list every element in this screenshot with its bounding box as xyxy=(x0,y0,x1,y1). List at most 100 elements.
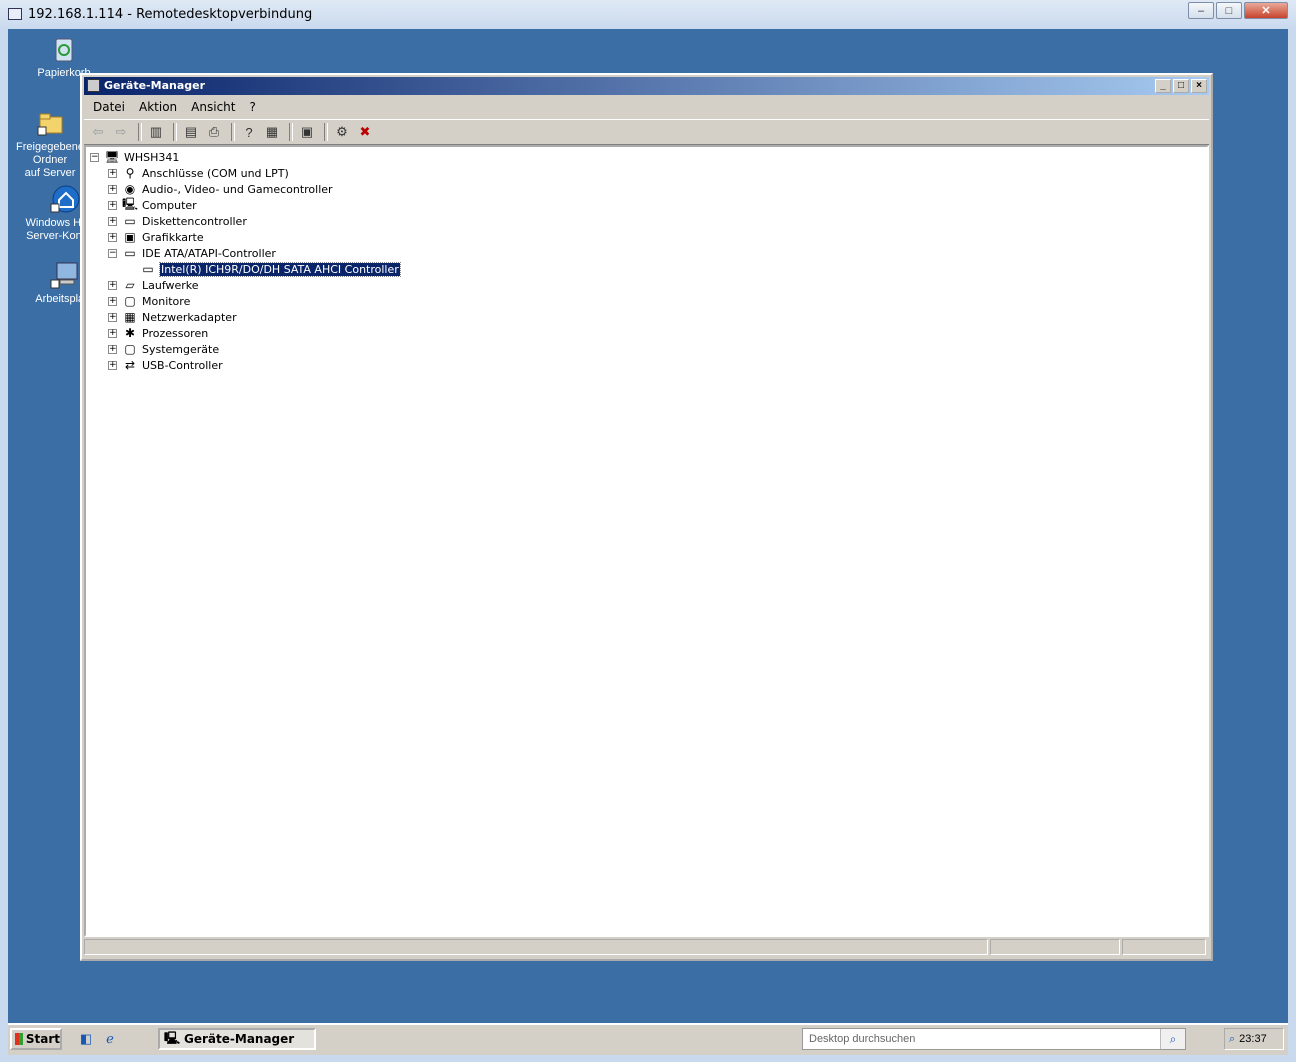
window-maximize-button[interactable]: □ xyxy=(1173,79,1189,93)
disk-drive-icon: ▱ xyxy=(125,278,135,292)
help-icon[interactable]: ? xyxy=(239,123,259,141)
search-tray-icon[interactable]: ⌕ xyxy=(1229,1033,1235,1046)
monitor-icon: ▢ xyxy=(124,294,136,308)
collapse-icon[interactable]: − xyxy=(90,152,99,162)
print-icon[interactable]: ⎙ xyxy=(204,123,224,141)
tree-device-item[interactable]: ▭ Intel(R) ICH9R/DO/DH SATA AHCI Controll… xyxy=(140,261,401,277)
tree-category-item[interactable]: + ◉ Audio-, Video- und Gamecontroller xyxy=(108,181,333,197)
display-adapter-icon: ▣ xyxy=(124,230,136,244)
tree-root[interactable]: − 🖥 WHSH341 xyxy=(90,149,179,165)
menu-datei[interactable]: Datei xyxy=(86,97,132,117)
tree-category-item[interactable]: + ▱ Laufwerke xyxy=(108,277,199,293)
ide-controller-icon: ▭ xyxy=(142,262,154,276)
tree-item-label: Audio-, Video- und Gamecontroller xyxy=(142,182,333,196)
internet-explorer-icon[interactable]: ℯ xyxy=(102,1031,118,1047)
status-pane xyxy=(1122,939,1206,955)
tree-category-item[interactable]: + ⇄ USB-Controller xyxy=(108,357,223,373)
collapse-icon[interactable]: − xyxy=(108,248,117,258)
tree-category-item[interactable]: + ▢ Monitore xyxy=(108,293,190,309)
view-icon[interactable]: ▦ xyxy=(262,123,282,141)
status-pane xyxy=(84,939,988,955)
taskbar: Start ◧ ℯ 🖳 Geräte-Manager Desktop durch… xyxy=(8,1023,1288,1055)
expand-icon[interactable]: + xyxy=(108,184,117,194)
scan-hardware-icon[interactable]: ⚙ xyxy=(332,123,352,141)
show-hide-tree-icon[interactable]: ▥ xyxy=(146,123,166,141)
tree-item-label: IDE ATA/ATAPI-Controller xyxy=(142,246,276,260)
tree-item-label: Monitore xyxy=(142,294,191,308)
tree-category-item[interactable]: + ✱ Prozessoren xyxy=(108,325,208,341)
tree-item-label: USB-Controller xyxy=(142,358,223,372)
my-computer-icon xyxy=(48,259,80,291)
usb-icon: ⇄ xyxy=(124,358,136,372)
window-title-bar[interactable]: Geräte-Manager _ □ × xyxy=(84,77,1209,95)
tree-item-label: Computer xyxy=(142,198,197,212)
menu-help[interactable]: ? xyxy=(242,97,262,117)
tree-item-label: Laufwerke xyxy=(142,278,199,292)
show-desktop-icon[interactable]: ◧ xyxy=(78,1031,94,1047)
search-box[interactable]: Desktop durchsuchen ⌕ xyxy=(802,1028,1186,1050)
clock[interactable]: 23:37 xyxy=(1239,1033,1267,1045)
tree-category-item[interactable]: + ⚲ Anschlüsse (COM und LPT) xyxy=(108,165,289,181)
tree-category-item[interactable]: + 🖳 Computer xyxy=(108,197,197,213)
back-icon[interactable]: ⇦ xyxy=(88,123,108,141)
tree-item-label: Netzwerkadapter xyxy=(142,310,237,324)
uninstall-icon[interactable]: ✖ xyxy=(355,123,375,141)
expand-icon[interactable]: + xyxy=(108,216,117,226)
search-input[interactable]: Desktop durchsuchen xyxy=(809,1033,915,1045)
rdp-minimize-button[interactable]: – xyxy=(1188,2,1214,19)
expand-icon[interactable]: + xyxy=(108,280,117,290)
tree-item-label: Grafikkarte xyxy=(142,230,204,244)
properties-icon[interactable]: ▤ xyxy=(181,123,201,141)
forward-icon[interactable]: ⇨ xyxy=(111,123,131,141)
toolbar-separator xyxy=(231,123,235,141)
device-manager-icon xyxy=(87,79,100,92)
taskbar-button-device-manager[interactable]: 🖳 Geräte-Manager xyxy=(158,1028,316,1050)
toolbar-separator xyxy=(173,123,177,141)
expand-icon[interactable]: + xyxy=(108,328,117,338)
device-tree: − 🖥 WHSH341 + ⚲ Anschlüsse (COM und LPT) + ◉… xyxy=(84,145,1209,937)
menu-bar: Datei Aktion Ansicht ? xyxy=(86,97,263,117)
tree-item-label: Diskettencontroller xyxy=(142,214,247,228)
rdp-title-bar[interactable]: 192.168.1.114 - Remotedesktopverbindung … xyxy=(0,0,1296,28)
processor-icon: ✱ xyxy=(124,326,136,340)
expand-icon[interactable]: + xyxy=(108,344,117,354)
rdp-app-icon xyxy=(8,8,22,20)
tree-item-label: Anschlüsse (COM und LPT) xyxy=(142,166,289,180)
search-icon[interactable]: ⌕ xyxy=(1160,1029,1185,1049)
tree-category-item[interactable]: + ▦ Netzwerkadapter xyxy=(108,309,237,325)
expand-icon[interactable]: + xyxy=(108,232,117,242)
tree-category-item[interactable]: + ▣ Grafikkarte xyxy=(108,229,204,245)
expand-icon[interactable]: + xyxy=(108,296,117,306)
system-tray: ⌕ 23:37 xyxy=(1224,1028,1284,1050)
whs-console-icon xyxy=(48,183,80,215)
system-devices-icon: ▢ xyxy=(124,342,136,356)
toolbar-separator xyxy=(138,123,142,141)
computer-icon: 🖳 xyxy=(122,196,139,211)
rdp-close-button[interactable]: ✕ xyxy=(1244,2,1288,19)
tree-category-item[interactable]: − ▭ IDE ATA/ATAPI-Controller xyxy=(108,245,276,261)
status-bar xyxy=(84,939,1209,957)
expand-icon[interactable]: + xyxy=(108,312,117,322)
expand-icon[interactable]: + xyxy=(108,168,117,178)
shared-folders-icon xyxy=(34,107,66,139)
menu-aktion[interactable]: Aktion xyxy=(132,97,184,117)
window-title: Geräte-Manager xyxy=(104,79,206,92)
tree-category-item[interactable]: + ▭ Diskettencontroller xyxy=(108,213,247,229)
window-close-button[interactable]: × xyxy=(1191,79,1207,93)
computer-icon: 🖥 xyxy=(104,150,120,164)
expand-icon[interactable]: + xyxy=(108,200,117,210)
floppy-controller-icon: ▭ xyxy=(124,214,136,228)
tree-item-label: Intel(R) ICH9R/DO/DH SATA AHCI Controlle… xyxy=(159,261,401,277)
menu-ansicht[interactable]: Ansicht xyxy=(184,97,242,117)
tree-category-item[interactable]: + ▢ Systemgeräte xyxy=(108,341,219,357)
expand-icon[interactable]: + xyxy=(108,360,117,370)
start-button[interactable]: Start xyxy=(10,1028,62,1050)
recycle-bin-icon xyxy=(48,33,80,65)
network-adapter-icon: ▦ xyxy=(124,310,136,324)
rdp-frame: 192.168.1.114 - Remotedesktopverbindung … xyxy=(0,0,1296,1062)
update-driver-icon[interactable]: ▣ xyxy=(297,123,317,141)
toolbar-separator xyxy=(324,123,328,141)
rdp-maximize-button[interactable]: □ xyxy=(1216,2,1242,19)
taskbar-button-label: Geräte-Manager xyxy=(184,1032,295,1046)
window-minimize-button[interactable]: _ xyxy=(1155,79,1171,93)
